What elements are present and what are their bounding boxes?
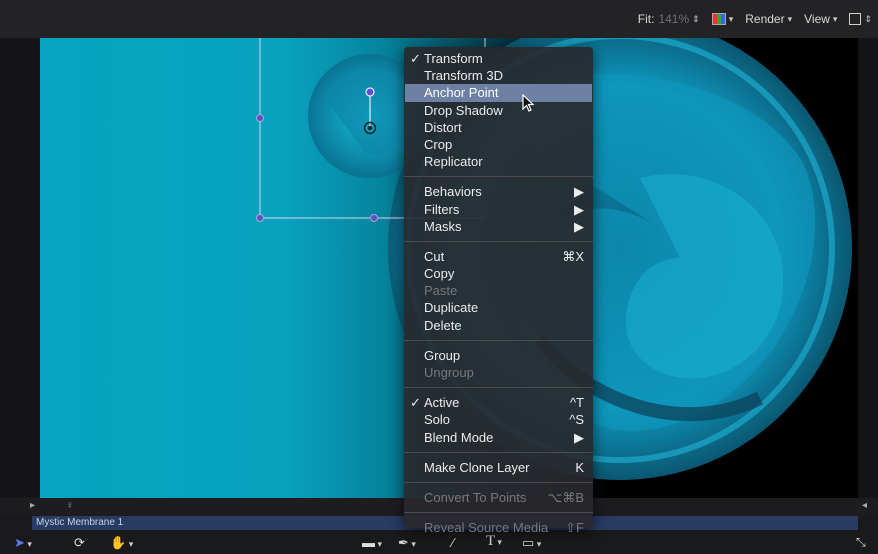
paint-stroke-icon[interactable]: ∕: [452, 535, 454, 550]
menu-item-distort[interactable]: Distort: [404, 119, 593, 136]
submenu-arrow-icon: ▶: [574, 184, 584, 200]
fit-zoom-control[interactable]: Fit: 141% ⇕: [638, 12, 700, 26]
submenu-arrow-icon: ▶: [574, 218, 584, 234]
shortcut: ^S: [569, 412, 584, 428]
submenu-arrow-icon: ▶: [574, 429, 584, 445]
channels-menu[interactable]: ▾: [711, 13, 734, 25]
stepper-icon: ⇕: [864, 13, 872, 24]
menu-item-behaviors[interactable]: Behaviors ▶: [404, 183, 593, 200]
transform-handle[interactable]: [256, 114, 264, 122]
view-menu[interactable]: View ▾: [804, 12, 837, 26]
fit-value: 141%: [658, 12, 690, 26]
mask-tool-icon[interactable]: ▭ ▾: [522, 535, 541, 551]
expand-icon[interactable]: ⤡: [856, 535, 866, 550]
rotation-handle[interactable]: [365, 87, 375, 97]
shortcut: K: [575, 459, 584, 475]
menu-item-crop[interactable]: Crop: [404, 136, 593, 153]
shortcut: ⌥⌘B: [547, 489, 584, 505]
chevron-down-icon: ▾: [728, 13, 734, 24]
menu-item-active[interactable]: ✓ Active ^T: [404, 394, 593, 411]
menu-separator: [404, 240, 593, 242]
shortcut: ⌘X: [562, 248, 584, 264]
play-range-end-icon[interactable]: ◂: [862, 500, 867, 511]
render-label: Render: [745, 12, 785, 26]
menu-item-blend-mode[interactable]: Blend Mode ▶: [404, 429, 593, 446]
viewer-toolbar: Fit: 141% ⇕ ▾ Render ▾ View ▾ ⇕: [0, 0, 878, 38]
menu-separator: [404, 512, 593, 514]
menu-item-ungroup: Ungroup: [424, 365, 474, 380]
mouse-pointer-icon: [522, 94, 535, 112]
submenu-arrow-icon: ▶: [574, 201, 584, 217]
menu-item-duplicate[interactable]: Duplicate: [404, 299, 593, 316]
menu-separator: [404, 451, 593, 453]
menu-item-make-clone-layer[interactable]: Make Clone Layer K: [404, 459, 593, 476]
playhead-icon[interactable]: ♀: [66, 500, 74, 511]
stepper-icon: ⇕: [692, 13, 700, 24]
orbit-icon[interactable]: ⟳: [74, 535, 85, 551]
transform-handle[interactable]: [370, 214, 378, 222]
menu-separator: [404, 176, 593, 178]
layout-icon: [849, 13, 862, 25]
chevron-down-icon: ▾: [787, 13, 793, 24]
render-menu[interactable]: Render ▾: [745, 12, 792, 26]
menu-item-anchor-point[interactable]: Anchor Point: [405, 84, 592, 102]
menu-item-cut[interactable]: Cut ⌘X: [404, 248, 593, 265]
menu-item-masks[interactable]: Masks ▶: [404, 218, 593, 235]
bezier-pen-icon[interactable]: ✒ ▾: [398, 535, 416, 551]
menu-item-filters[interactable]: Filters ▶: [404, 201, 593, 218]
layer-context-menu: ✓ Transform Transform 3D Anchor Point Dro…: [404, 47, 593, 535]
play-range-start-icon[interactable]: ▸: [30, 500, 35, 511]
shortcut: ^T: [569, 395, 584, 411]
view-label: View: [804, 12, 830, 26]
menu-item-drop-shadow[interactable]: Drop Shadow: [404, 102, 593, 119]
transform-handle[interactable]: [256, 214, 264, 222]
fit-label: Fit:: [637, 12, 655, 26]
menu-item-solo[interactable]: Solo ^S: [404, 411, 593, 428]
menu-separator: [404, 387, 593, 389]
menu-item-reveal-source-media: Reveal Source Media ⇧F: [424, 520, 584, 536]
layer-name: Mystic Membrane 1: [36, 517, 124, 528]
color-channels-icon: [711, 13, 726, 25]
menu-separator: [404, 339, 593, 341]
menu-item-delete[interactable]: Delete: [404, 317, 593, 334]
menu-item-paste: Paste: [424, 283, 458, 299]
shortcut: ⇧F: [565, 520, 584, 536]
chevron-down-icon: ▾: [832, 13, 838, 24]
layout-menu[interactable]: ⇕: [849, 13, 872, 25]
menu-item-copy[interactable]: Copy: [404, 265, 593, 282]
shape-rectangle-icon[interactable]: ▬ ▾: [362, 535, 382, 550]
menu-separator: [404, 481, 593, 483]
menu-item-transform[interactable]: ✓ Transform: [404, 50, 593, 67]
menu-item-replicator[interactable]: Replicator: [404, 153, 593, 170]
menu-item-group[interactable]: Group: [404, 347, 593, 364]
select-arrow-icon[interactable]: ➤ ▾: [14, 535, 32, 551]
menu-item-convert-to-points: Convert To Points ⌥⌘B: [424, 489, 584, 505]
hand-pan-icon[interactable]: ✋ ▾: [110, 535, 133, 551]
menu-item-transform-3d[interactable]: Transform 3D: [404, 67, 593, 84]
